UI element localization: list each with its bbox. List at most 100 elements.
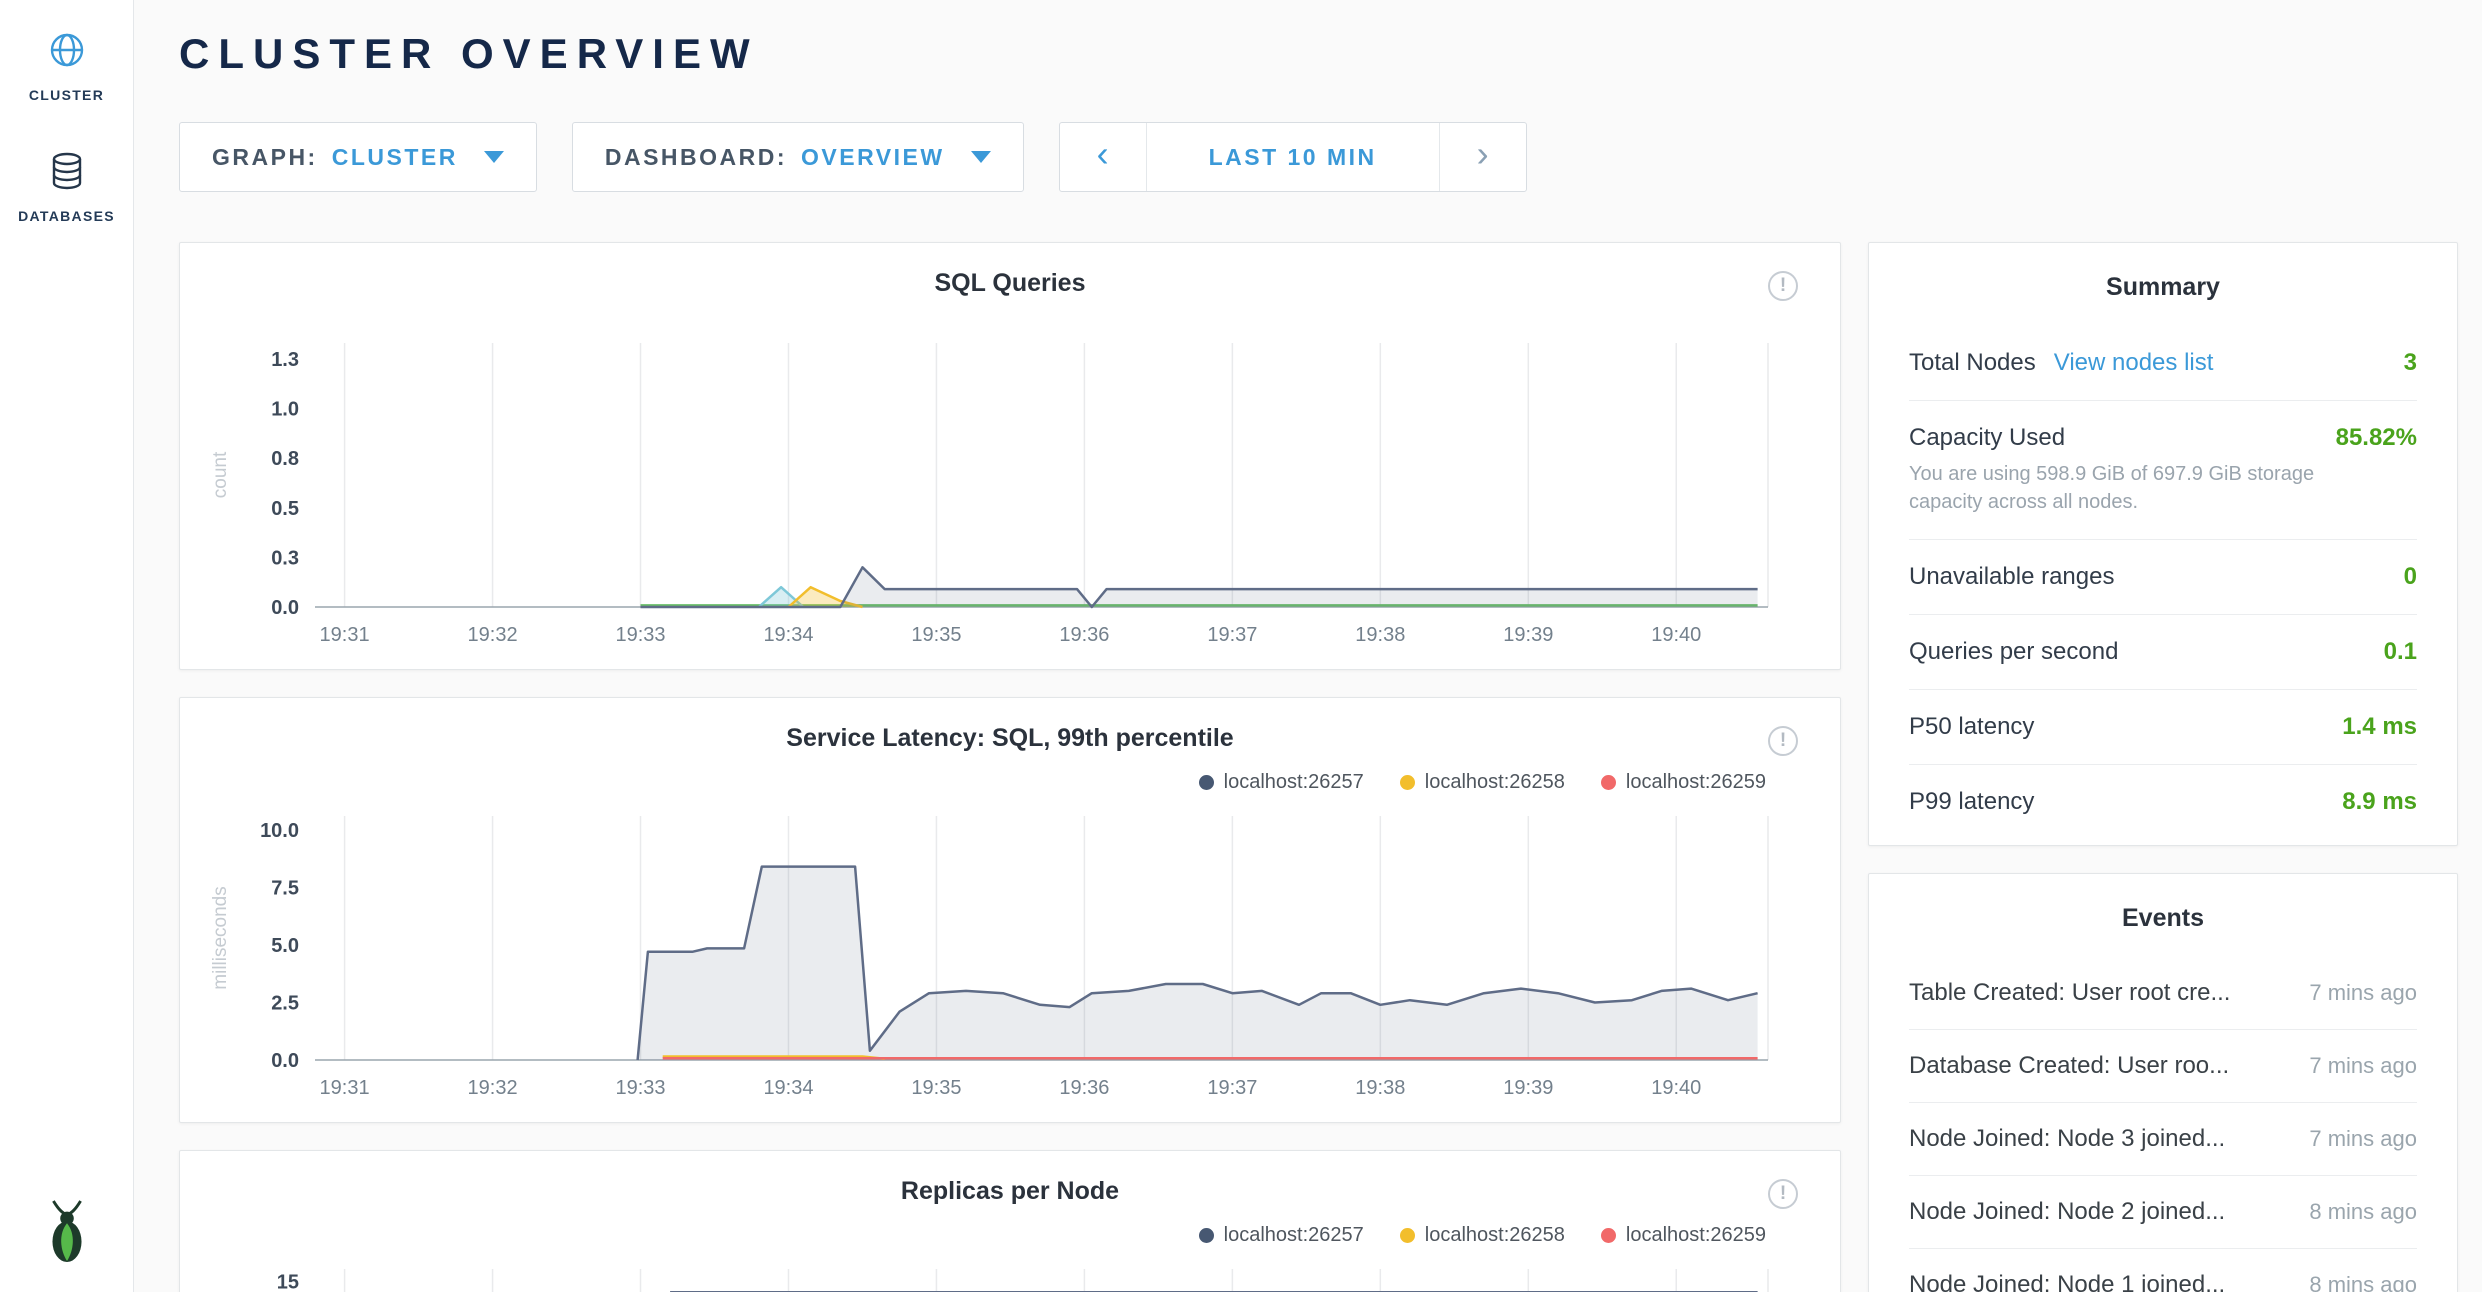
event-text: Database Created: User roo...	[1909, 1052, 2229, 1080]
legend-item: localhost:26259	[1601, 1221, 1766, 1249]
svg-text:10.0: 10.0	[260, 820, 299, 842]
sql-queries-chart: 19:3119:3219:3319:3419:3519:3619:3719:38…	[180, 323, 1840, 653]
summary-row-p50-latency: P50 latency 1.4 ms	[1909, 690, 2417, 765]
legend-dot	[1601, 775, 1616, 790]
main-area: CLUSTER OVERVIEW GRAPH: CLUSTER DASHBOAR…	[134, 0, 2482, 1292]
graph-dropdown[interactable]: GRAPH: CLUSTER	[179, 122, 537, 192]
event-text: Node Joined: Node 1 joined...	[1909, 1271, 2225, 1292]
svg-text:0.5: 0.5	[271, 498, 299, 520]
summary-label: Capacity Used	[1909, 424, 2065, 452]
svg-text:19:34: 19:34	[763, 1077, 813, 1099]
legend-dot	[1400, 1228, 1415, 1243]
page: CLUSTER DATABASES CLUSTER OVE	[0, 0, 2482, 1292]
summary-label: Unavailable ranges	[1909, 563, 2114, 591]
summary-row-queries-per-second: Queries per second 0.1	[1909, 615, 2417, 690]
chart-card-service-latency: Service Latency: SQL, 99th percentile ! …	[179, 697, 1841, 1123]
legend-item: localhost:26258	[1400, 1221, 1565, 1249]
svg-text:19:34: 19:34	[763, 624, 813, 646]
event-row: Node Joined: Node 3 joined... 7 mins ago	[1909, 1103, 2417, 1176]
time-next-button[interactable]: ›	[1440, 123, 1526, 191]
summary-label: Total Nodes	[1909, 349, 2036, 377]
dashboard-dropdown-label: DASHBOARD:	[605, 144, 787, 171]
event-time: 8 mins ago	[2309, 1272, 2417, 1292]
summary-title: Summary	[1909, 273, 2417, 326]
sidebar-item-cluster[interactable]: CLUSTER	[29, 30, 104, 103]
sidebar-item-label: CLUSTER	[29, 87, 104, 103]
view-nodes-list-link[interactable]: View nodes list	[2054, 349, 2214, 377]
legend-dot	[1199, 775, 1214, 790]
legend-label: localhost:26259	[1626, 771, 1766, 794]
summary-row-p99-latency: P99 latency 8.9 ms	[1909, 765, 2417, 839]
controls-bar: GRAPH: CLUSTER DASHBOARD: OVERVIEW ‹ LAS…	[179, 122, 2458, 192]
legend-item: localhost:26259	[1601, 768, 1766, 796]
svg-text:0.8: 0.8	[271, 448, 299, 470]
svg-text:milliseconds: milliseconds	[210, 886, 231, 989]
legend-dot	[1400, 775, 1415, 790]
svg-text:5.0: 5.0	[271, 935, 299, 957]
legend-item: localhost:26257	[1199, 768, 1364, 796]
time-range-label[interactable]: LAST 10 MIN	[1146, 123, 1440, 191]
svg-text:0.0: 0.0	[271, 1050, 299, 1072]
legend-label: localhost:26258	[1425, 771, 1565, 794]
event-time: 8 mins ago	[2309, 1199, 2417, 1225]
svg-text:19:40: 19:40	[1651, 624, 1701, 646]
graph-dropdown-label: GRAPH:	[212, 144, 318, 171]
svg-text:19:39: 19:39	[1503, 624, 1553, 646]
service-latency-chart: 19:3119:3219:3319:3419:3519:3619:3719:38…	[180, 796, 1840, 1106]
chart-title: Service Latency: SQL, 99th percentile	[786, 724, 1233, 752]
event-time: 7 mins ago	[2309, 980, 2417, 1006]
legend-item: localhost:26257	[1199, 1221, 1364, 1249]
dashboard-dropdown[interactable]: DASHBOARD: OVERVIEW	[572, 122, 1024, 192]
chart-title: Replicas per Node	[901, 1177, 1119, 1205]
svg-text:19:31: 19:31	[320, 1077, 370, 1099]
chart-card-replicas-per-node: Replicas per Node ! localhost:26257 loca…	[179, 1150, 1841, 1292]
event-text: Node Joined: Node 3 joined...	[1909, 1125, 2225, 1153]
info-icon[interactable]: !	[1768, 271, 1798, 301]
svg-text:19:33: 19:33	[615, 624, 665, 646]
svg-text:19:37: 19:37	[1207, 1077, 1257, 1099]
charts-column: SQL Queries ! 19:3119:3219:3319:3419:351…	[179, 242, 1841, 1292]
legend-item: localhost:26258	[1400, 768, 1565, 796]
summary-label: P50 latency	[1909, 713, 2034, 741]
svg-text:15: 15	[277, 1271, 299, 1292]
info-icon[interactable]: !	[1768, 726, 1798, 756]
event-text: Table Created: User root cre...	[1909, 979, 2230, 1007]
dashboard-dropdown-value: OVERVIEW	[801, 144, 945, 171]
svg-text:19:35: 19:35	[911, 1077, 961, 1099]
svg-text:19:38: 19:38	[1355, 1077, 1405, 1099]
summary-row-total-nodes: Total Nodes View nodes list 3	[1909, 326, 2417, 401]
event-row: Table Created: User root cre... 7 mins a…	[1909, 957, 2417, 1030]
event-text: Node Joined: Node 2 joined...	[1909, 1198, 2225, 1226]
summary-label: Queries per second	[1909, 638, 2118, 666]
sidebar-item-label: DATABASES	[18, 208, 115, 224]
svg-text:19:33: 19:33	[615, 1077, 665, 1099]
graph-dropdown-value: CLUSTER	[332, 144, 458, 171]
svg-text:19:31: 19:31	[320, 624, 370, 646]
event-row: Node Joined: Node 2 joined... 8 mins ago	[1909, 1176, 2417, 1249]
events-title: Events	[1909, 904, 2417, 957]
svg-text:19:36: 19:36	[1059, 1077, 1109, 1099]
svg-text:2.5: 2.5	[271, 992, 299, 1014]
databases-icon	[48, 151, 86, 196]
time-prev-button[interactable]: ‹	[1060, 123, 1146, 191]
sidebar-item-databases[interactable]: DATABASES	[18, 151, 115, 224]
cockroachdb-logo[interactable]	[36, 1197, 98, 1270]
chevron-right-icon: ›	[1477, 136, 1489, 172]
svg-text:19:36: 19:36	[1059, 624, 1109, 646]
legend-label: localhost:26259	[1626, 1224, 1766, 1247]
legend-dot	[1601, 1228, 1616, 1243]
info-icon[interactable]: !	[1768, 1179, 1798, 1209]
chevron-down-icon	[971, 151, 991, 163]
replicas-per-node-chart: 19:3119:3219:3319:3419:3519:3619:3719:38…	[180, 1249, 1840, 1292]
summary-value: 8.9 ms	[2342, 788, 2417, 816]
event-time: 7 mins ago	[2309, 1126, 2417, 1152]
chart-legend: localhost:26257 localhost:26258 localhos…	[180, 756, 1840, 796]
summary-value: 85.82%	[2336, 424, 2417, 452]
summary-row-unavailable-ranges: Unavailable ranges 0	[1909, 540, 2417, 615]
legend-label: localhost:26258	[1425, 1224, 1565, 1247]
legend-label: localhost:26257	[1224, 1224, 1364, 1247]
event-time: 7 mins ago	[2309, 1053, 2417, 1079]
content: SQL Queries ! 19:3119:3219:3319:3419:351…	[179, 242, 2458, 1292]
sidebar: CLUSTER DATABASES	[0, 0, 134, 1292]
legend-label: localhost:26257	[1224, 771, 1364, 794]
